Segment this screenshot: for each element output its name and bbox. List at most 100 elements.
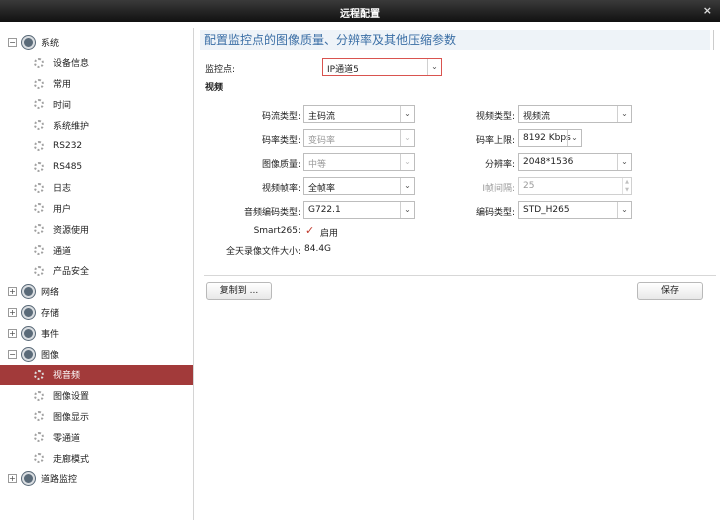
collapse-icon[interactable]: − <box>8 349 17 359</box>
i-frame-interval-label: I帧间隔: <box>482 184 515 194</box>
sidebar-item-label: 通道 <box>53 246 72 257</box>
bitrate-limit-label: 码率上限: <box>475 136 515 146</box>
audio-encoding-select[interactable]: G722.1 ⌄ <box>303 201 415 219</box>
sidebar-item[interactable]: + 网络 <box>0 282 193 302</box>
sidebar-item-label: 资源使用 <box>53 225 90 236</box>
window-title: 远程配置 <box>340 9 380 20</box>
copy-to-button[interactable]: 复制到 ... <box>206 282 272 300</box>
scrollbar[interactable] <box>713 30 720 50</box>
sidebar-item[interactable]: 时间 <box>0 94 193 114</box>
resolution-select[interactable]: 2048*1536 ⌄ <box>518 153 632 171</box>
sidebar-item-label: 常用 <box>53 80 72 91</box>
sidebar-item-label: 图像 <box>41 350 60 361</box>
encoding-type-select[interactable]: STD_H265 ⌄ <box>518 201 632 219</box>
sidebar-item[interactable]: 系统维护 <box>0 115 193 135</box>
sidebar-item[interactable]: 设备信息 <box>0 53 193 73</box>
sidebar-item[interactable]: 图像显示 <box>0 406 193 426</box>
sidebar-item-label: 图像设置 <box>53 392 90 403</box>
sidebar-item[interactable]: 视音频 <box>0 364 193 385</box>
i-frame-interval-value: 25 <box>523 181 535 191</box>
gear-icon <box>34 78 44 89</box>
settings-gear-icon <box>22 347 35 361</box>
frame-rate-label: 视频帧率: <box>261 184 301 194</box>
smart265-checkbox[interactable]: ✓ <box>305 225 316 236</box>
sidebar-item-label: 视音频 <box>53 371 81 382</box>
chevron-down-icon: ⌄ <box>400 154 414 170</box>
sidebar-item[interactable]: 常用 <box>0 74 193 94</box>
stream-type-value: 主码流 <box>308 112 336 122</box>
stream-type-select[interactable]: 主码流 ⌄ <box>303 105 415 123</box>
encoding-type-label: 编码类型: <box>475 208 515 218</box>
video-type-select[interactable]: 视频流 ⌄ <box>518 105 632 123</box>
sidebar-item-label: 产品安全 <box>53 267 90 278</box>
sidebar-item[interactable]: RS485 <box>0 157 193 177</box>
sidebar-item-label: 存储 <box>41 308 60 319</box>
gear-icon <box>34 432 44 443</box>
sidebar-item[interactable]: 零通道 <box>0 427 193 447</box>
i-frame-interval-input[interactable]: 25 ▲ ▼ <box>518 177 632 195</box>
bitrate-type-select[interactable]: 变码率 ⌄ <box>303 129 415 147</box>
settings-gear-icon <box>22 326 35 340</box>
gear-icon <box>34 57 44 68</box>
page-title: 配置监控点的图像质量、分辨率及其他压缩参数 <box>200 30 710 50</box>
image-quality-select[interactable]: 中等 ⌄ <box>303 153 415 171</box>
sidebar-item-label: 走廊模式 <box>53 454 90 465</box>
close-icon[interactable]: × <box>703 4 712 17</box>
frame-rate-value: 全帧率 <box>308 184 336 194</box>
section-title-video: 视频 <box>205 83 224 93</box>
expand-icon[interactable]: + <box>8 287 17 297</box>
sidebar-item[interactable]: 资源使用 <box>0 219 193 239</box>
chevron-down-icon: ⌄ <box>400 130 414 146</box>
sidebar-item[interactable]: 产品安全 <box>0 261 193 281</box>
daily-size-value: 84.4G <box>304 244 332 254</box>
sidebar-item[interactable]: 用户 <box>0 198 193 218</box>
sidebar-item[interactable]: − 系统 <box>0 32 193 52</box>
gear-icon <box>34 224 44 235</box>
settings-gear-icon <box>22 472 35 486</box>
camera-select[interactable]: IP通道5 ⌄ <box>322 58 442 76</box>
settings-gear-icon <box>22 305 35 319</box>
sidebar-item[interactable]: − 图像 <box>0 344 193 364</box>
sidebar-item-label: 网络 <box>41 288 60 299</box>
chevron-down-icon: ⌄ <box>617 154 631 170</box>
divider <box>204 275 716 276</box>
sidebar-item[interactable]: 走廊模式 <box>0 448 193 468</box>
camera-label: 监控点: <box>205 65 236 75</box>
audio-encoding-value: G722.1 <box>308 205 341 215</box>
expand-icon[interactable]: + <box>8 474 17 484</box>
expand-icon[interactable]: + <box>8 328 17 338</box>
sidebar-item[interactable]: + 事件 <box>0 323 193 343</box>
sidebar-item[interactable]: RS232 <box>0 136 193 156</box>
frame-rate-select[interactable]: 全帧率 ⌄ <box>303 177 415 195</box>
sidebar-item-label: 道路监控 <box>41 475 78 486</box>
chevron-down-icon: ⌄ <box>400 202 414 218</box>
smart265-label: Smart265: <box>253 226 301 236</box>
chevron-down-icon: ⌄ <box>567 130 581 146</box>
sidebar-item[interactable]: + 道路监控 <box>0 469 193 489</box>
window-titlebar: 远程配置 × <box>0 0 720 22</box>
sidebar-item-label: 事件 <box>41 329 60 340</box>
sidebar-item-label: 时间 <box>53 100 72 111</box>
expand-icon[interactable]: + <box>8 307 17 317</box>
smart265-option-label: 启用 <box>320 229 339 239</box>
bitrate-limit-select[interactable]: 8192 Kbps ⌄ <box>518 129 582 147</box>
sidebar-item[interactable]: 日志 <box>0 178 193 198</box>
settings-gear-icon <box>22 285 35 299</box>
image-quality-label: 图像质量: <box>261 160 301 170</box>
collapse-icon[interactable]: − <box>8 37 17 47</box>
bitrate-type-label: 码率类型: <box>261 136 301 146</box>
sidebar-item-label: 系统 <box>41 38 60 49</box>
sidebar-item-label: RS485 <box>53 161 83 172</box>
sidebar-item-label: 用户 <box>53 204 72 215</box>
gear-icon <box>34 265 44 276</box>
sidebar-item[interactable]: + 存储 <box>0 302 193 322</box>
gear-icon <box>34 390 44 401</box>
gear-icon <box>34 203 44 214</box>
sidebar-item[interactable]: 图像设置 <box>0 386 193 406</box>
save-button[interactable]: 保存 <box>637 282 703 300</box>
image-quality-value: 中等 <box>308 160 327 170</box>
video-type-label: 视频类型: <box>475 112 515 122</box>
sidebar-item[interactable]: 通道 <box>0 240 193 260</box>
settings-gear-icon <box>22 35 35 49</box>
video-type-value: 视频流 <box>523 112 551 122</box>
